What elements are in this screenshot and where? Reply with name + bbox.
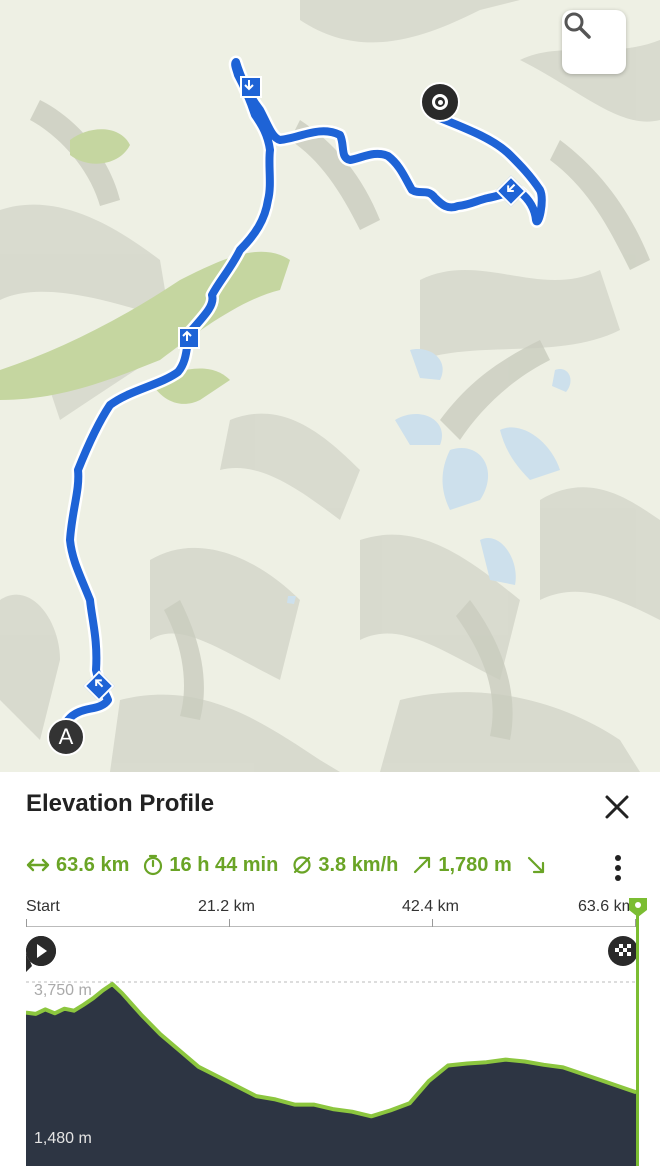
axis-label-42km: 42.4 km	[402, 898, 459, 915]
elevation-chart[interactable]	[26, 930, 638, 1166]
ascent-value: 1,780 m	[438, 853, 512, 876]
start-flag-icon	[26, 936, 56, 972]
elevation-point	[53, 1011, 57, 1015]
distance-stat: 63.6 km	[26, 854, 129, 877]
more-options-icon[interactable]	[610, 852, 626, 884]
elevation-min-label: 1,480 m	[34, 1130, 92, 1147]
ascent-stat: 1,780 m	[412, 853, 512, 877]
descent-stat	[526, 855, 552, 875]
elevation-point	[369, 1114, 373, 1118]
elevation-point	[101, 989, 105, 992]
target-icon	[432, 94, 448, 110]
elevation-point	[62, 1007, 66, 1011]
elevation-point	[580, 1072, 584, 1076]
descent-arrow-icon	[527, 856, 544, 874]
elevation-area	[26, 984, 636, 1166]
elevation-point	[331, 1107, 335, 1111]
elevation-point	[120, 991, 124, 995]
average-icon	[293, 856, 311, 874]
elevation-point	[216, 1075, 220, 1078]
axis-tick	[432, 919, 433, 927]
distance-axis: Start 21.2 km 42.4 km 63.6 km	[26, 896, 636, 927]
destination-marker[interactable]	[420, 82, 460, 122]
elevation-point	[293, 1103, 297, 1107]
elevation-point	[312, 1103, 316, 1107]
duration-stat: 16 h 44 min	[143, 854, 278, 877]
duration-value: 16 h 44 min	[169, 853, 279, 876]
elevation-point	[408, 1101, 412, 1105]
elevation-point	[110, 982, 114, 986]
elevation-point	[254, 1094, 258, 1098]
start-marker[interactable]: A	[47, 718, 85, 756]
elevation-point	[72, 1009, 76, 1013]
avg-speed-stat: 3.8 km/h	[292, 854, 398, 877]
elevation-point	[235, 1084, 239, 1088]
search-icon	[564, 12, 591, 39]
search-button[interactable]	[562, 10, 626, 74]
map-view[interactable]: A	[0, 0, 660, 772]
elevation-point	[350, 1110, 354, 1114]
direction-arrow-icon	[178, 327, 200, 349]
elevation-point	[43, 1007, 47, 1011]
elevation-point	[619, 1085, 623, 1089]
elevation-point	[82, 1003, 85, 1007]
finish-flag-icon	[608, 936, 638, 966]
distance-icon	[26, 858, 50, 872]
sheet-title: Elevation Profile	[26, 790, 215, 817]
route-stats: 63.6 km 16 h 44 min 3.8 km/h 1,780 m	[26, 850, 636, 880]
elevation-point	[542, 1063, 546, 1067]
elevation-point	[427, 1079, 431, 1083]
elevation-point	[273, 1097, 277, 1101]
close-icon[interactable]	[600, 790, 634, 824]
map-terrain	[0, 0, 660, 772]
elevation-point	[178, 1049, 181, 1052]
elevation-point	[523, 1060, 527, 1063]
stopwatch-icon	[144, 854, 163, 876]
elevation-point	[484, 1060, 488, 1064]
elevation-point	[197, 1065, 201, 1069]
start-marker-label: A	[58, 724, 74, 749]
elevation-point	[389, 1108, 392, 1112]
elevation-point	[465, 1062, 469, 1065]
elevation-point	[504, 1058, 508, 1062]
elevation-point	[561, 1065, 565, 1069]
position-cursor[interactable]	[636, 900, 639, 1166]
ascent-arrow-icon	[414, 856, 431, 874]
axis-label-21km: 21.2 km	[198, 898, 255, 915]
elevation-max-label: 3,750 m	[34, 982, 92, 999]
elevation-point	[91, 996, 95, 1000]
elevation-point	[34, 1012, 38, 1016]
avg-speed-value: 3.8 km/h	[318, 853, 399, 876]
direction-arrow-icon	[240, 76, 262, 98]
elevation-point	[600, 1078, 603, 1082]
elevation-sheet: Elevation Profile 63.6 km 16 h 44 min 3.…	[0, 772, 660, 1166]
elevation-point	[139, 1013, 143, 1017]
distance-value: 63.6 km	[56, 853, 130, 876]
axis-tick	[26, 919, 27, 927]
axis-tick	[229, 919, 230, 927]
elevation-point	[446, 1064, 450, 1067]
elevation-point	[158, 1032, 162, 1036]
axis-label-start: Start	[26, 898, 60, 915]
cursor-handle-icon[interactable]	[627, 896, 649, 918]
